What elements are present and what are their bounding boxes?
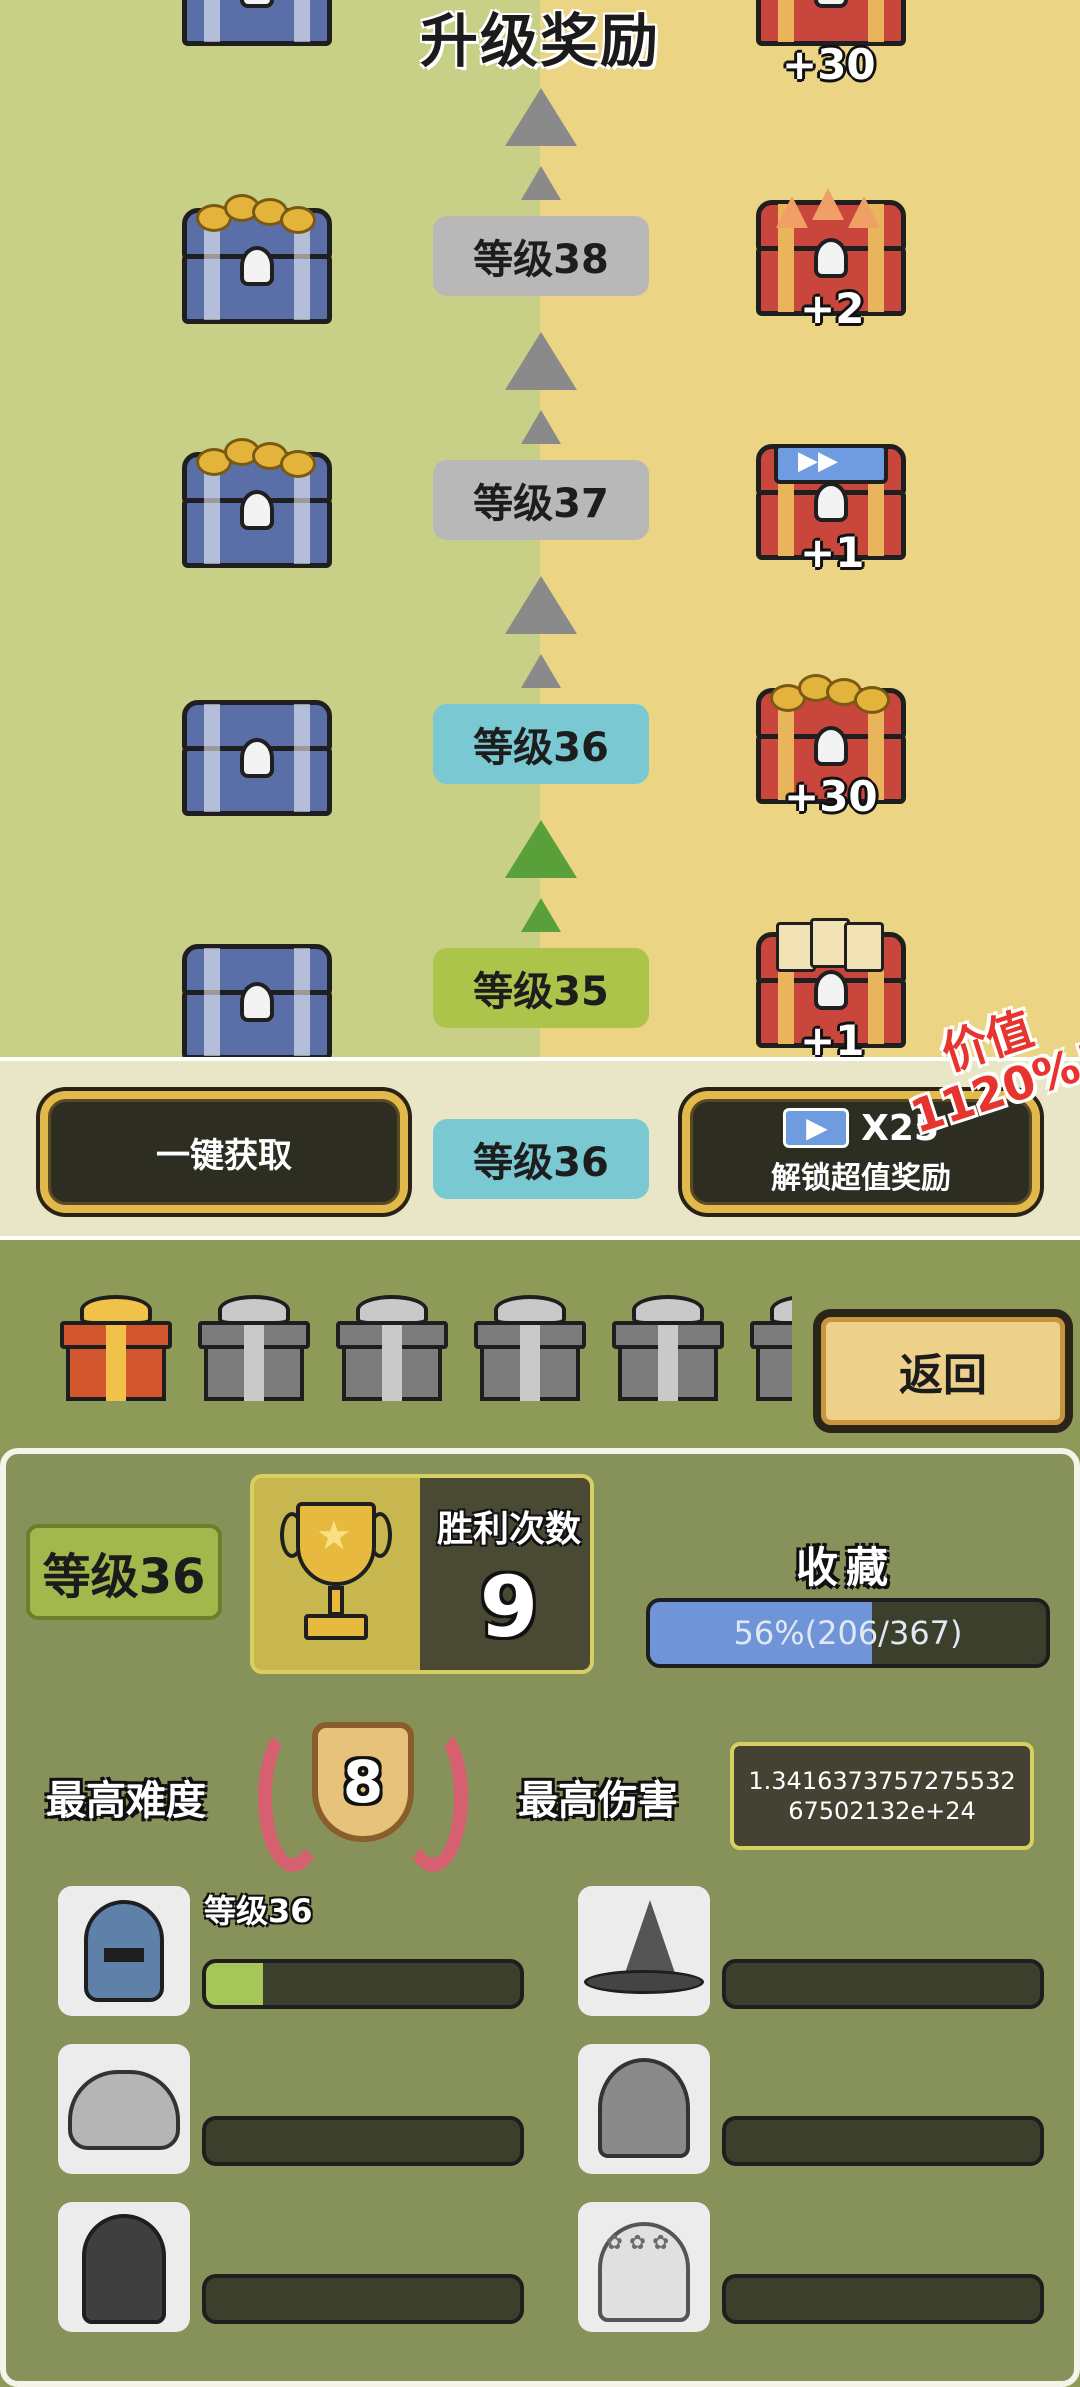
slot-progress-bar	[722, 1959, 1044, 2009]
slot-progress-bar	[202, 2116, 524, 2166]
free-reward-coin-chest-icon[interactable]	[182, 194, 332, 324]
difficulty-shield-icon: 8	[312, 1722, 414, 1842]
progress-arrow-icon	[505, 88, 577, 146]
level-pill: 等级38	[433, 216, 649, 296]
video-ad-icon	[783, 1108, 850, 1148]
gift-box-icon[interactable]	[60, 1295, 172, 1401]
gift-scroll-area[interactable]	[0, 1245, 792, 1445]
slot-progress-bar	[722, 2274, 1044, 2324]
unlock-label: 解锁超值奖励	[771, 1160, 951, 1196]
gift-strip: 返回	[0, 1245, 1080, 1445]
gift-box-locked-icon[interactable]	[474, 1295, 586, 1401]
trophy-icon: ★	[280, 1502, 392, 1652]
collection-label: 收藏	[795, 1543, 896, 1592]
turban-icon[interactable]	[58, 2044, 190, 2174]
track-row-level-37: 等级37 +1	[0, 332, 1080, 577]
free-reward-empty-chest-icon[interactable]	[182, 700, 332, 816]
max-damage-box: 1.341637375727553267502132e+24	[730, 1742, 1034, 1850]
wins-card: 胜利次数 9 ★	[250, 1474, 594, 1674]
progress-arrow-small-icon	[521, 410, 561, 444]
wins-value: 9	[479, 1558, 539, 1656]
premium-reward-qty: +1	[800, 528, 865, 577]
premium-reward-qty: +30	[784, 772, 878, 821]
level-pill: 等级37	[433, 460, 649, 540]
pointed-helmet-icon[interactable]	[578, 2044, 710, 2174]
progress-arrow-icon	[505, 332, 577, 390]
progress-arrow-icon	[505, 820, 577, 878]
difficulty-laurel-badge: 8	[258, 1702, 468, 1890]
back-button[interactable]: 返回	[813, 1309, 1073, 1433]
free-reward-empty-chest-icon[interactable]	[182, 944, 332, 1060]
knight-helmet-icon[interactable]	[58, 1886, 190, 2016]
gift-box-locked-icon[interactable]	[198, 1295, 310, 1401]
level-pill-current: 等级36	[433, 704, 649, 784]
track-row-level-38: 等级38 +2	[0, 88, 1080, 333]
slot-progress-bar	[722, 2116, 1044, 2166]
dark-hood-icon[interactable]	[58, 2202, 190, 2332]
track-row-level-36: 等级36 +30	[0, 576, 1080, 821]
wreath-hood-icon[interactable]	[578, 2202, 710, 2332]
gift-box-locked-icon[interactable]	[612, 1295, 724, 1401]
collection-progress-bar: 56%(206/367)	[646, 1598, 1050, 1668]
player-stats-panel: 等级36 胜利次数 9 ★ 收藏 56%(206/367) 最高难度 8 最高伤…	[0, 1448, 1080, 2387]
slot-progress-bar	[202, 2274, 524, 2324]
page-title: 升级奖励	[419, 7, 660, 75]
slot-progress-bar	[202, 1959, 524, 2009]
level-pill: 等级35	[433, 948, 649, 1028]
track-row-level-35: 等级35 +1	[0, 820, 1080, 1065]
back-label: 返回	[899, 1350, 987, 1401]
progress-arrow-icon	[505, 576, 577, 634]
max-damage-value: 1.341637375727553267502132e+24	[748, 1767, 1016, 1825]
progress-arrow-small-icon	[521, 654, 561, 688]
slot-level-label: 等级36	[204, 1892, 313, 1930]
max-difficulty-value: 8	[342, 1748, 384, 1816]
free-reward-coin-chest-icon[interactable]	[182, 438, 332, 568]
max-difficulty-label: 最高难度	[46, 1778, 206, 1824]
claim-all-label: 一键获取	[156, 1135, 292, 1176]
slot-progress-fill	[206, 1963, 263, 2005]
collection-progress-text: 56%(206/367)	[733, 1614, 963, 1652]
gift-box-locked-icon[interactable]	[750, 1295, 792, 1401]
progress-arrow-small-icon	[521, 166, 561, 200]
claim-all-button[interactable]: 一键获取	[40, 1091, 408, 1213]
max-damage-label: 最高伤害	[518, 1778, 678, 1824]
premium-reward-qty: +2	[800, 284, 865, 333]
witch-hat-icon[interactable]	[578, 1886, 710, 2016]
progress-arrow-small-icon	[521, 898, 561, 932]
wins-label: 胜利次数	[436, 1509, 581, 1550]
player-level-badge: 等级36	[26, 1524, 222, 1620]
current-level-pill: 等级36	[433, 1119, 649, 1199]
gift-box-locked-icon[interactable]	[336, 1295, 448, 1401]
